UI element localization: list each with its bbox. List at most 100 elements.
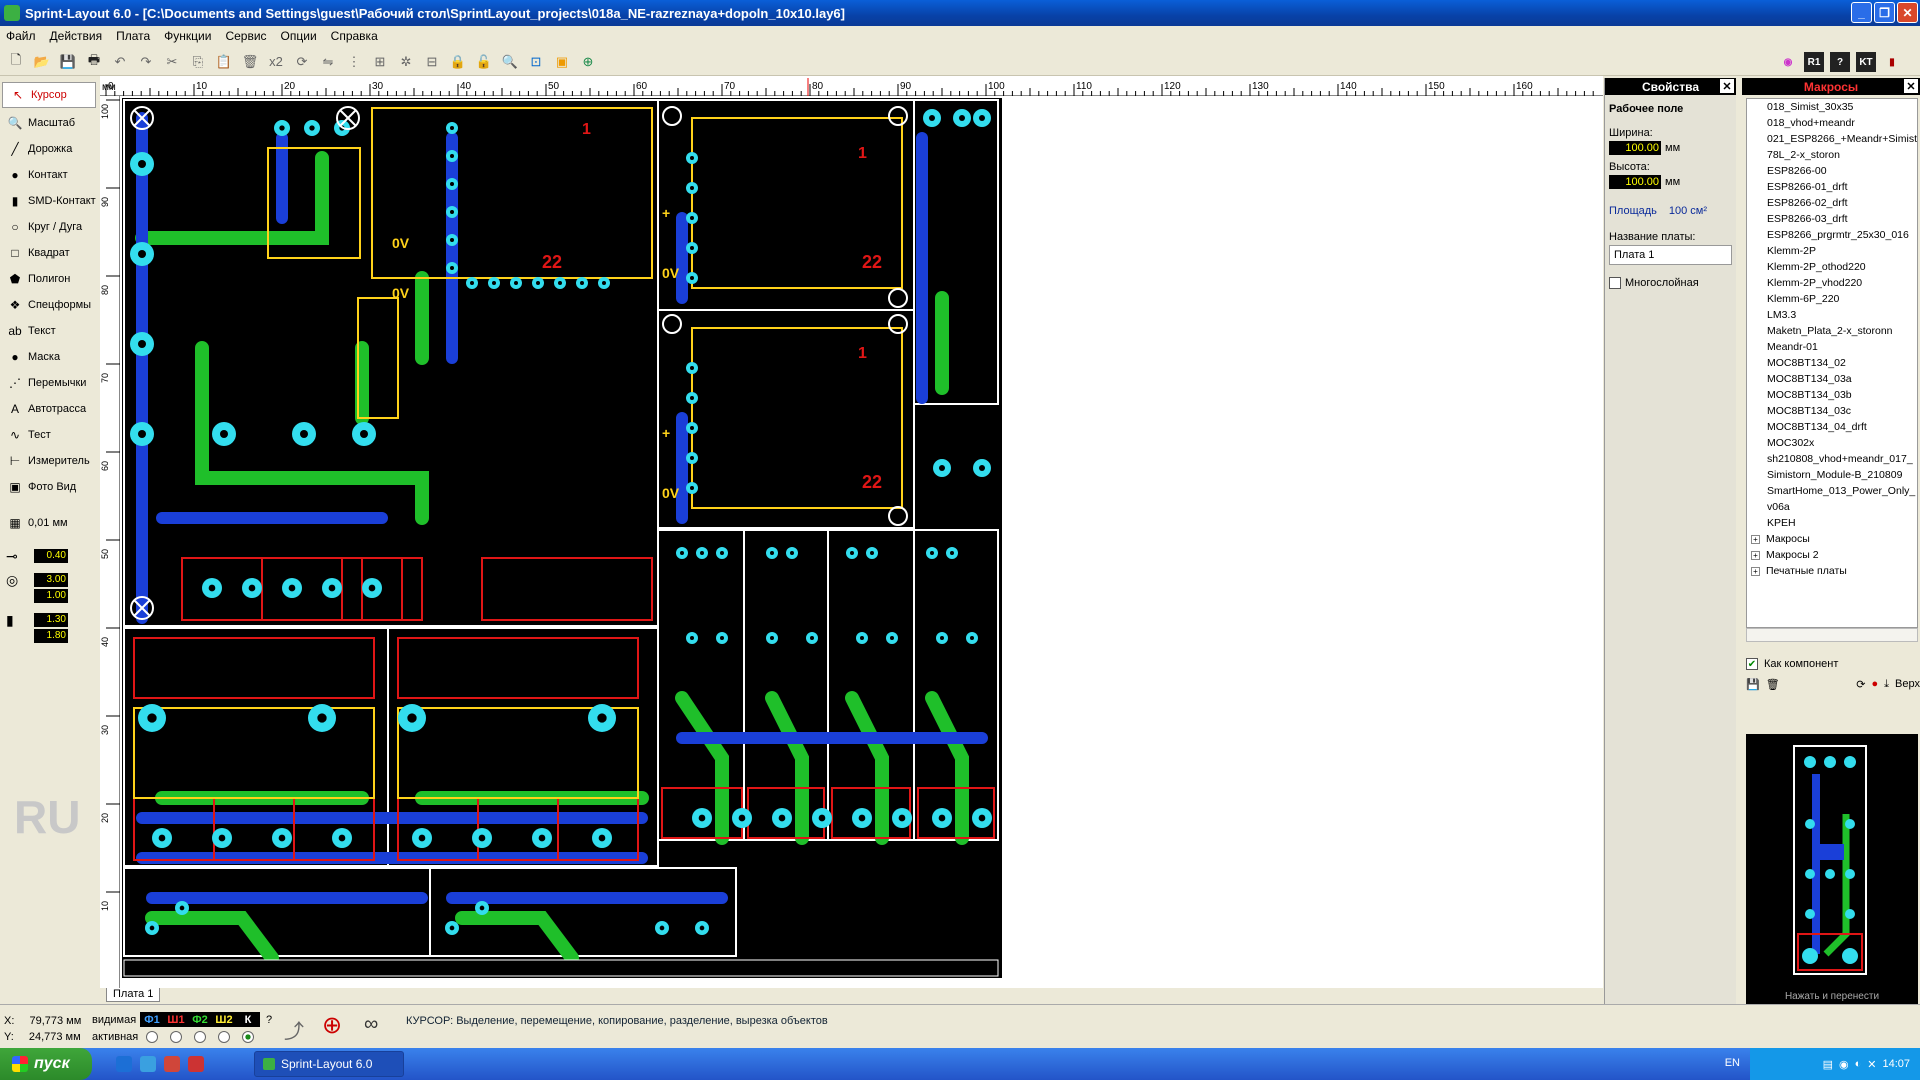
macro-item[interactable]: ESP8266-03_drft [1747,211,1917,227]
menu-actions[interactable]: Действия [50,29,103,43]
mirror-icon[interactable]: ⇋ [318,52,338,72]
board-name-input[interactable]: Плата 1 [1609,245,1732,265]
macro-item[interactable]: MOC8BT134_03c [1747,403,1917,419]
layer-f2[interactable]: Ф2 [188,1012,212,1027]
macro-group[interactable]: + Макросы 2 [1747,547,1917,563]
redo-icon[interactable]: ↷ [136,52,156,72]
macro-item[interactable]: Klemm-2P_othod220 [1747,259,1917,275]
macro-item[interactable]: 021_ESP8266_+Meandr+Simist [1747,131,1917,147]
menu-file[interactable]: Файл [6,29,36,43]
tool-square[interactable]: □ Квадрат [0,240,98,266]
tool-smd-pad[interactable]: ▮ SMD-Контакт [0,188,98,214]
as-component-checkbox[interactable]: ✔ [1746,658,1758,670]
open-folder-icon[interactable]: 📂 [32,52,52,72]
help-panel-icon[interactable]: ? [1830,52,1850,72]
scanned-copy-icon[interactable]: ◉ [1778,52,1798,72]
active-s1-radio[interactable] [170,1030,182,1043]
close-button[interactable]: ✕ [1897,2,1918,23]
help-icon[interactable]: ? [266,1014,272,1026]
macro-panel-icon[interactable]: ▮ [1882,52,1902,72]
tool-test[interactable]: ∿ Тест [0,422,98,448]
ktl-icon[interactable]: KT [1856,52,1876,72]
rubberband-icon[interactable]: ∞ [364,1013,378,1036]
expand-icon[interactable]: + [1751,567,1760,576]
close-properties-icon[interactable]: ✕ [1720,79,1734,93]
top-layer-label[interactable]: Верх [1895,678,1920,690]
pad-inner-field[interactable]: 1.00 [34,589,68,603]
duplicate-button[interactable]: x2 [266,52,286,72]
macro-tree[interactable]: 018_Simist_30x35 018_vhod+meandr 021_ESP82… [1746,98,1918,628]
macro-item[interactable]: MOC8BT134_04_drft [1747,419,1917,435]
macro-item[interactable]: ESP8266_prgrmtr_25x30_016 [1747,227,1917,243]
tray-volume-icon[interactable]: ◐ [1855,1058,1862,1070]
tool-autoroute[interactable]: A Автотрасса [0,396,98,422]
record-icon[interactable]: ● [1872,678,1879,690]
macro-item[interactable]: Klemm-6P_220 [1747,291,1917,307]
macro-item[interactable]: 018_Simist_30x35 [1747,99,1917,115]
smd-width-field[interactable]: 1.30 [34,613,68,627]
delete-icon[interactable]: 🗑 [240,52,260,72]
zoom-board-icon[interactable]: ⊡ [526,52,546,72]
menu-board[interactable]: Плата [116,29,150,43]
save-icon[interactable]: 💾 [58,52,78,72]
print-icon[interactable]: 🖶 [84,52,104,72]
delete-macro-icon[interactable]: 🗑 [1766,678,1780,691]
macro-group[interactable]: + Печатные платы [1747,563,1917,579]
layer-f1[interactable]: Ф1 [140,1012,164,1027]
layer-k[interactable]: К [236,1012,260,1027]
tool-mask[interactable]: ● Маска [0,344,98,370]
tool-polygon[interactable]: ⬟ Полигон [0,266,98,292]
macro-item[interactable]: 018_vhod+meandr [1747,115,1917,131]
macro-item[interactable]: Meandr-01 [1747,339,1917,355]
pad-outer-field[interactable]: 3.00 [34,573,68,587]
menu-service[interactable]: Сервис [225,29,266,43]
macro-item[interactable]: Maketn_Plata_2-x_storonn [1747,323,1917,339]
cut-icon[interactable]: ✂ [162,52,182,72]
macro-scrollbar[interactable] [1746,628,1918,642]
tool-photo-view[interactable]: ▣ Фото Вид [0,474,98,500]
tool-pad[interactable]: ● Контакт [0,162,98,188]
quicklaunch-browser-icon[interactable] [116,1056,132,1072]
macro-item[interactable]: MOC302x [1747,435,1917,451]
multilayer-checkbox[interactable] [1609,277,1621,289]
layer-s1[interactable]: Ш1 [164,1012,188,1027]
macro-item[interactable]: MOC8BT134_02 [1747,355,1917,371]
macro-item[interactable]: ESP8266-02_drft [1747,195,1917,211]
tab-board-1[interactable]: Плата 1 [106,988,161,1002]
width-field[interactable]: 100.00 [1609,141,1661,155]
macro-item[interactable]: sh210808_vhod+meandr_017_ [1747,451,1917,467]
new-file-icon[interactable]: 🗋 [6,52,26,72]
tool-cursor[interactable]: ↖ Курсор [2,82,96,108]
active-k-radio[interactable] [242,1030,254,1043]
rotate-macro-icon[interactable]: ⟳ [1856,678,1865,691]
close-macros-icon[interactable]: ✕ [1904,79,1918,93]
gerber-icon[interactable]: ⊕ [578,52,598,72]
macro-item[interactable]: Simistorn_Module-B_210809 [1747,467,1917,483]
r1-icon[interactable]: R1 [1804,52,1824,72]
undo-icon[interactable]: ↶ [110,52,130,72]
smd-height-field[interactable]: 1.80 [34,629,68,643]
macro-item[interactable]: ESP8266-00 [1747,163,1917,179]
active-f2-radio[interactable] [194,1030,206,1043]
macro-item[interactable]: 78L_2-x_storon [1747,147,1917,163]
pcb-board[interactable]: 22 22 22 1 1 1 + 0V + 0V 0V 0V [122,98,1002,978]
start-button[interactable]: пуск [0,1048,92,1080]
active-f1-radio[interactable] [146,1030,158,1043]
tool-measure[interactable]: ⊢ Измеритель [0,448,98,474]
copy-icon[interactable]: ⎘ [188,52,208,72]
tray-antivirus-icon[interactable]: ◉ [1839,1058,1849,1071]
lock-icon[interactable]: 🔒 [448,52,468,72]
taskbar-sprint-layout[interactable]: Sprint-Layout 6.0 [254,1051,404,1077]
quicklaunch-ie-icon[interactable] [140,1056,156,1072]
menu-help[interactable]: Справка [331,29,378,43]
macro-preview[interactable]: Нажать и перенести [1746,734,1918,1004]
expand-icon[interactable]: + [1751,551,1760,560]
track-width-field[interactable]: 0.40 [34,549,68,563]
macro-item[interactable]: MOC8BT134_03a [1747,371,1917,387]
macro-item[interactable]: KPEH [1747,515,1917,531]
align-icon[interactable]: ⋮ [344,52,364,72]
macro-item[interactable]: Klemm-2P_vhod220 [1747,275,1917,291]
zoom-all-icon[interactable]: 🔍 [500,52,520,72]
macro-item[interactable]: LM3.3 [1747,307,1917,323]
tool-text[interactable]: ab Текст [0,318,98,344]
